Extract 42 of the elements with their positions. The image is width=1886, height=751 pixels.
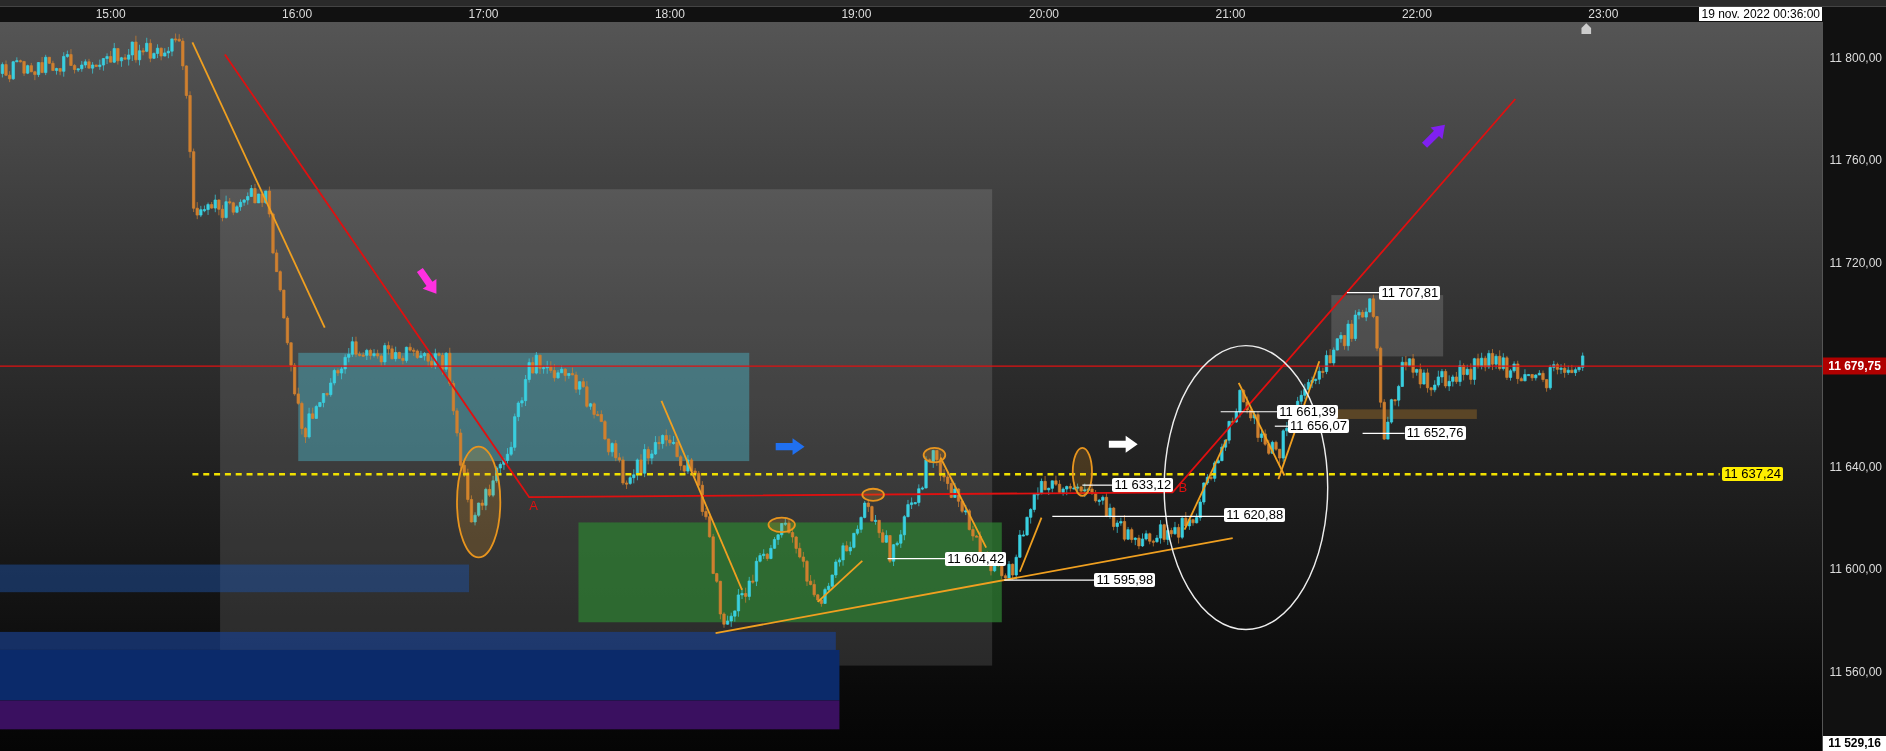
last-price-label: 11 679,75 bbox=[1823, 357, 1886, 375]
price-label: 11 633,12 bbox=[1112, 478, 1174, 493]
price-label: 11 652,76 bbox=[1404, 426, 1466, 441]
time-label: 19:00 bbox=[841, 7, 872, 22]
time-label: 20:00 bbox=[1029, 7, 1060, 22]
price-tick: 11 560,00 bbox=[1829, 664, 1882, 679]
price-tick: 11 600,00 bbox=[1829, 562, 1882, 577]
price-tick: 11 760,00 bbox=[1829, 153, 1882, 168]
price-label: 11 656,07 bbox=[1288, 419, 1349, 434]
point-label: B bbox=[1178, 480, 1188, 495]
leader-line bbox=[886, 557, 946, 560]
arrow-icon bbox=[1422, 124, 1445, 148]
highlight-ellipse bbox=[922, 446, 947, 464]
point-label: A bbox=[529, 498, 538, 513]
leader-line bbox=[1220, 411, 1278, 413]
time-label: 21:00 bbox=[1215, 7, 1246, 22]
time-label: 18:00 bbox=[654, 7, 685, 22]
time-label: 16:00 bbox=[282, 7, 313, 22]
level-label: 11 637,24 bbox=[1722, 467, 1784, 482]
price-label: 11 707,81 bbox=[1379, 285, 1441, 300]
leader-line bbox=[1346, 292, 1381, 294]
time-label: 22:00 bbox=[1401, 7, 1432, 22]
time-label: 17:00 bbox=[468, 7, 499, 22]
low-price-label: 11 529,16 bbox=[1823, 736, 1886, 751]
price-label: 11 595,98 bbox=[1094, 573, 1156, 588]
price-tick: 11 640,00 bbox=[1829, 460, 1882, 475]
highlight-ellipse bbox=[767, 516, 796, 533]
time-label: 15:00 bbox=[95, 7, 126, 22]
price-label: 11 661,39 bbox=[1277, 404, 1339, 419]
leader-line bbox=[1081, 484, 1114, 486]
leader-line bbox=[1362, 432, 1406, 435]
price-label: 11 620,88 bbox=[1224, 508, 1286, 523]
arrow-icon bbox=[416, 267, 437, 294]
price-tick: 11 720,00 bbox=[1829, 255, 1882, 270]
arrow-icon bbox=[775, 438, 805, 456]
marker-icon bbox=[1581, 23, 1592, 35]
time-label: 23:00 bbox=[1588, 7, 1619, 22]
highlight-ellipse bbox=[1071, 446, 1093, 497]
highlight-ellipse bbox=[861, 487, 885, 502]
arrow-icon bbox=[1108, 435, 1138, 453]
cursor-time-label: 19 nov. 2022 00:36:00 bbox=[1699, 7, 1822, 21]
price-tick: 11 800,00 bbox=[1829, 51, 1882, 66]
